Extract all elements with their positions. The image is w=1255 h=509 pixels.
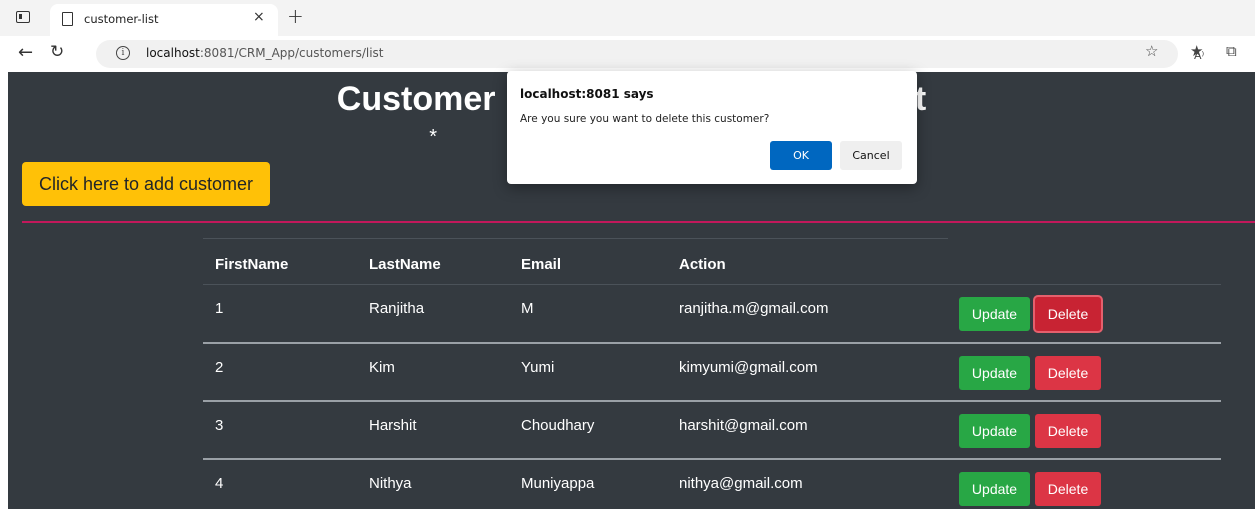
url-host: localhost [146,46,200,60]
update-button[interactable]: Update [959,297,1030,331]
tab-close-button[interactable]: × [253,9,265,25]
table-row: 4 Nithya Muniyappa nithya@gmail.com Upda… [203,458,1221,509]
cell-id: 4 [215,475,224,492]
cell-last: Choudhary [521,417,595,434]
cell-id: 2 [215,359,224,376]
delete-button[interactable]: Delete [1035,297,1101,331]
cell-last: Muniyappa [521,475,595,492]
cell-email: kimyumi@gmail.com [679,359,818,376]
table-row: 3 Harshit Choudhary harshit@gmail.com Up… [203,400,1221,458]
dialog-ok-button[interactable]: OK [770,141,832,170]
cell-last: Yumi [521,359,555,376]
confirm-dialog: localhost:8081 says Are you sure you wan… [507,71,917,184]
page-icon [62,12,73,26]
cell-first: Kim [369,359,395,376]
customer-table: FirstName LastName Email Action 1 Ranjit… [203,238,1228,509]
header-line-mask [948,238,1228,239]
cell-email: ranjitha.m@gmail.com [679,300,829,317]
add-customer-button[interactable]: Click here to add customer [22,162,270,206]
url-field[interactable]: i localhost:8081/CRM_App/customers/list … [96,40,1204,68]
cell-first: Harshit [369,417,417,434]
header-firstname: FirstName [215,256,289,273]
dialog-cancel-button[interactable]: Cancel [840,141,902,170]
address-bar: ← ↻ i localhost:8081/CRM_App/customers/l… [0,36,1255,72]
dialog-title: localhost:8081 says [520,87,654,101]
cell-first: Nithya [369,475,412,492]
delete-button[interactable]: Delete [1035,472,1101,506]
cell-first: Ranjitha [369,300,425,317]
tab-title: customer-list [84,12,159,26]
dialog-message: Are you sure you want to delete this cus… [520,113,770,125]
cell-id: 3 [215,417,224,434]
favorites-icon[interactable]: ★ [1190,42,1203,60]
delete-button[interactable]: Delete [1035,356,1101,390]
new-tab-button[interactable]: + [287,4,304,28]
back-arrow-icon[interactable]: ← [18,42,33,63]
tab-bar: customer-list × + [0,0,1255,36]
update-button[interactable]: Update [959,472,1030,506]
table-row: 1 Ranjitha M ranjitha.m@gmail.com Update… [203,284,1221,342]
url-path: :8081/CRM_App/customers/list [199,46,384,60]
update-button[interactable]: Update [959,414,1030,448]
add-favorite-icon[interactable]: ☆ [1145,42,1158,60]
divider [22,221,1255,223]
info-icon[interactable]: i [116,46,130,60]
delete-button[interactable]: Delete [1035,414,1101,448]
reload-icon[interactable]: ↻ [50,42,64,62]
header-action: Action [679,256,726,273]
cell-id: 1 [215,300,224,317]
update-button[interactable]: Update [959,356,1030,390]
cell-last: M [521,300,534,317]
cell-email: harshit@gmail.com [679,417,808,434]
browser-tab[interactable]: customer-list × [50,4,278,36]
table-header: FirstName LastName Email Action [203,238,1228,284]
collections-icon[interactable]: ⧉ [1226,42,1237,60]
url-text[interactable]: localhost:8081/CRM_App/customers/list [146,46,383,60]
table-row: 2 Kim Yumi kimyumi@gmail.com Update Dele… [203,342,1221,400]
header-lastname: LastName [369,256,441,273]
header-email: Email [521,256,562,273]
tab-actions-icon[interactable] [16,11,30,23]
cell-email: nithya@gmail.com [679,475,803,492]
